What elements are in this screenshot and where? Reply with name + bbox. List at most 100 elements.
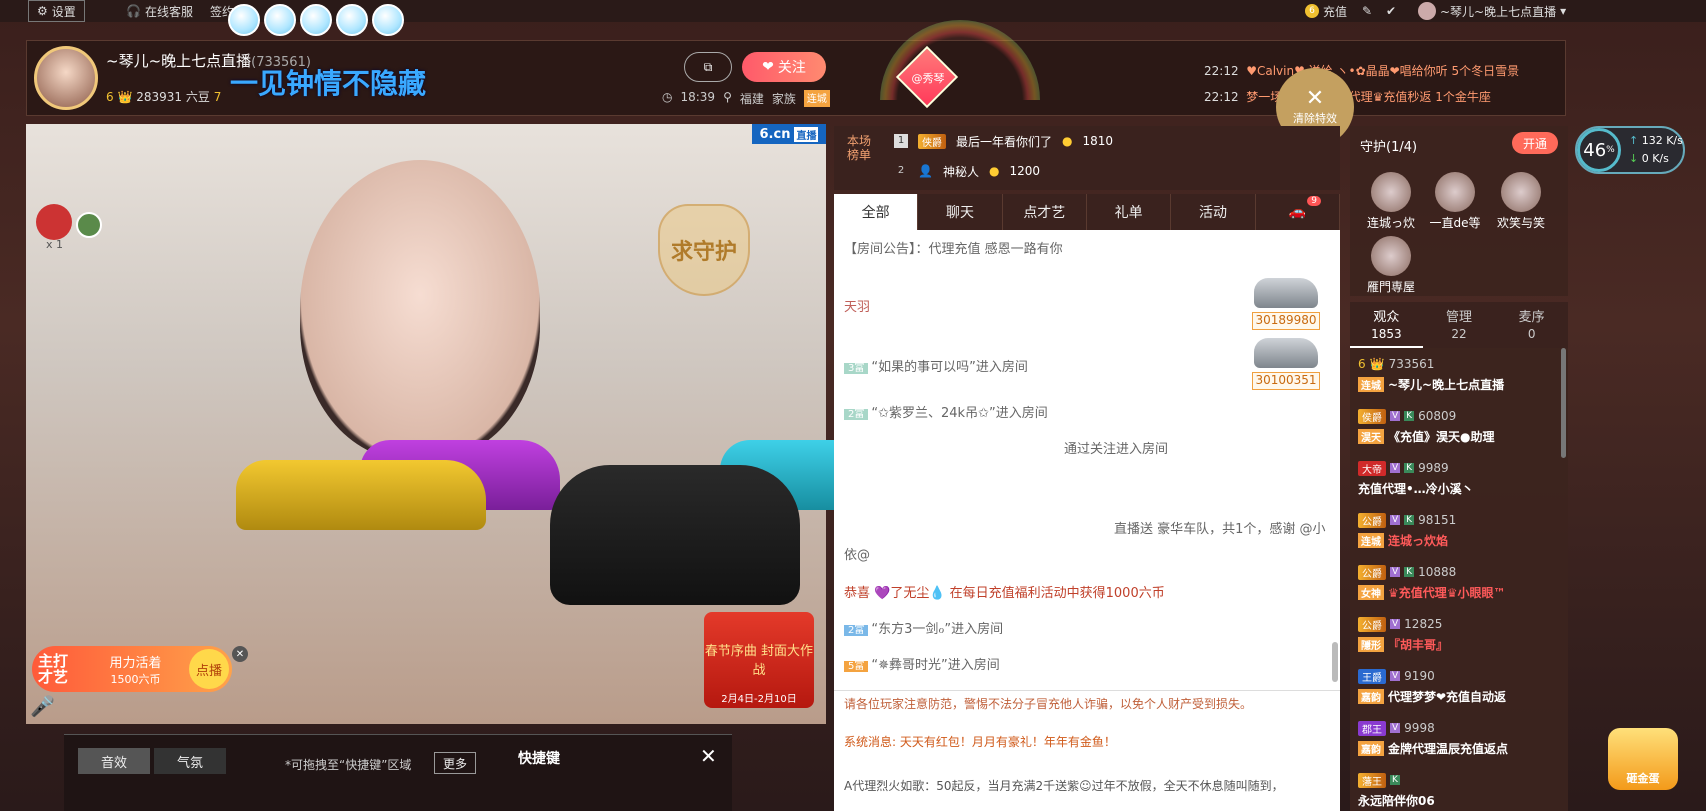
guard-shield[interactable]: 求守护 bbox=[658, 204, 750, 296]
tab-gift-list[interactable]: 礼单 bbox=[1087, 194, 1172, 230]
tab-audience[interactable]: 观众 1853 bbox=[1350, 302, 1423, 348]
audience-list[interactable]: 6 👑 733561 连城 ~琴儿~晚上七点直播 侯爵 V K 60809 淏天 《充值》淏天… bbox=[1350, 348, 1568, 811]
open-guard-button[interactable]: 开通 bbox=[1512, 132, 1558, 154]
recharge-button[interactable]: 6 充值 bbox=[1305, 0, 1347, 22]
guard-name: 连城っ炊 bbox=[1366, 216, 1415, 230]
crown-icon: 👑 bbox=[1369, 357, 1385, 371]
user-avatar bbox=[1418, 2, 1436, 20]
list-item[interactable]: 郡王 V 9998 嘉韵 金牌代理温辰充值返点 bbox=[1358, 718, 1558, 758]
avatar bbox=[1371, 236, 1411, 276]
k-icon: K bbox=[1404, 463, 1415, 473]
download-rate: 0 bbox=[1641, 152, 1649, 165]
noble-badge: 王爵 bbox=[1358, 668, 1386, 684]
k-icon: K bbox=[1390, 775, 1400, 785]
tab-sound-effects[interactable]: 音效 bbox=[78, 748, 150, 774]
chat-scrollbar[interactable] bbox=[1332, 642, 1338, 682]
rank-coins: 1810 bbox=[1082, 134, 1114, 148]
noble-badge: 公爵 bbox=[1358, 512, 1386, 528]
user-menu[interactable]: ~琴儿~晚上七点直播 ▾ bbox=[1418, 0, 1566, 22]
fraud-warning: 请各位玩家注意防范，警惕不法分子冒充他人诈骗，以免个人财产受到损失。 bbox=[844, 697, 1253, 711]
microphone-icon[interactable]: 🎤 bbox=[30, 694, 55, 718]
tab-chat[interactable]: 聊天 bbox=[918, 194, 1003, 230]
tab-activity[interactable]: 活动 bbox=[1171, 194, 1256, 230]
settings-button[interactable]: ⚙ 设置 bbox=[28, 0, 85, 22]
festival-banner[interactable]: 春节序曲 封面大作战 2月4日-2月10日 bbox=[704, 612, 814, 708]
talent-prefix: 主打才艺 bbox=[38, 652, 69, 686]
coin-icon: 6 bbox=[1305, 4, 1319, 18]
host-avatar[interactable] bbox=[34, 46, 98, 110]
rank-row[interactable]: 1 侠爵 最后一年看你们了 ● 1810 bbox=[894, 128, 1113, 154]
talent-price: 1500六币 bbox=[110, 672, 161, 686]
talent-name: 用力活着 bbox=[109, 655, 162, 671]
noble-badge: 公爵 bbox=[1358, 616, 1386, 632]
tab-cars[interactable]: 🚗 9 bbox=[1256, 194, 1340, 230]
list-item[interactable]: 公爵 V K 98151 连城 连城っ炊焰 bbox=[1358, 510, 1558, 550]
chat-message: 2富 “东方3一剑ℴ”进入房间 bbox=[844, 618, 1003, 637]
tab-admin[interactable]: 管理 22 bbox=[1423, 302, 1496, 348]
list-item[interactable]: 大帝 V K 9989 充值代理•…冷小溪丶 bbox=[1358, 458, 1558, 498]
list-item[interactable]: 公爵 V K 10888 女神 ♛充值代理♛小眼眼™ bbox=[1358, 562, 1558, 602]
location-icon: ⚲ bbox=[723, 90, 732, 104]
settings-label: 设置 bbox=[51, 4, 76, 19]
k-icon: K bbox=[1404, 567, 1415, 577]
close-icon[interactable]: ✕ bbox=[700, 744, 717, 768]
user-name: 充值代理•…冷小溪丶 bbox=[1358, 481, 1474, 496]
broadcast-line: 22:12 ♥Calvin♥ 送给 ヽ•✿晶晶❤唱给你听 5个冬日雪景 bbox=[1204, 58, 1534, 84]
guard-member[interactable]: 一直de等 bbox=[1420, 172, 1490, 231]
chat-area[interactable]: 【房间公告】：代理充值 感恩一路有你 天羽 30189980 3富 “如果的事可以… bbox=[834, 230, 1340, 690]
guard-member[interactable]: 连城っ炊 bbox=[1356, 172, 1426, 231]
wealth-badge: 5富 bbox=[844, 661, 869, 672]
avatar bbox=[1435, 172, 1475, 212]
bubble-decoration bbox=[228, 4, 404, 36]
list-item[interactable]: 6 👑 733561 连城 ~琴儿~晚上七点直播 bbox=[1358, 354, 1558, 394]
user-id: 9190 bbox=[1404, 669, 1435, 683]
upload-rate: 132 bbox=[1641, 134, 1663, 147]
online-service-link[interactable]: 🎧 在线客服 bbox=[126, 0, 193, 22]
bubble-icon bbox=[336, 4, 368, 36]
golden-egg-button[interactable]: 砸金蛋 bbox=[1608, 728, 1678, 790]
chat-tabs: 全部 聊天 点才艺 礼单 活动 🚗 9 bbox=[834, 194, 1340, 230]
tab-all[interactable]: 全部 bbox=[834, 194, 919, 230]
user-name: 连城っ炊焰 bbox=[1388, 533, 1449, 548]
audience-scrollbar[interactable] bbox=[1561, 348, 1566, 458]
tab-atmosphere[interactable]: 气氛 bbox=[154, 748, 226, 774]
family-badge: 隱形 bbox=[1358, 636, 1384, 652]
festival-title: 春节序曲 封面大作战 bbox=[704, 644, 814, 678]
tab-talent[interactable]: 点才艺 bbox=[1003, 194, 1087, 230]
family-badge[interactable]: 连城 bbox=[803, 90, 830, 107]
xiuqin-label: @秀琴 bbox=[911, 72, 945, 85]
rank-row[interactable]: 2 👤 神秘人 ● 1200 bbox=[894, 158, 1040, 184]
user-id: 10888 bbox=[1418, 565, 1457, 579]
car-number: 30189980 bbox=[1252, 312, 1320, 330]
check-icon[interactable]: ✔ bbox=[1386, 0, 1396, 22]
coin-icon: ● bbox=[1062, 134, 1073, 148]
rank-label[interactable]: 本场榜单 bbox=[846, 134, 872, 162]
talent-info: 用力活着 1500六币 bbox=[82, 652, 189, 687]
list-item[interactable]: 侯爵 V K 60809 淏天 《充值》淏天●助理 bbox=[1358, 406, 1558, 446]
list-item[interactable]: 王爵 V 9190 嘉韵 代理梦梦❤充值自动返 bbox=[1358, 666, 1558, 706]
network-speed-widget[interactable]: 46% ↑ 132 K/s ↓ 0 K/s bbox=[1575, 126, 1685, 174]
rank-number: 1 bbox=[894, 134, 908, 148]
guard-member[interactable]: 欢笑与笑 bbox=[1486, 172, 1556, 231]
recharge-label: 充值 bbox=[1323, 4, 1348, 19]
list-item[interactable]: 公爵 V 12825 隱形 『胡丰哥』 bbox=[1358, 614, 1558, 654]
guard-member[interactable]: 雁門専屋 bbox=[1356, 236, 1426, 295]
close-icon[interactable]: ✕ bbox=[232, 646, 248, 662]
more-button[interactable]: 更多 bbox=[434, 752, 476, 774]
streamer-video-figure bbox=[300, 160, 540, 460]
tab-count: 22 bbox=[1451, 327, 1467, 341]
request-talent-button[interactable]: 点播 bbox=[189, 649, 229, 689]
tab-mic-queue[interactable]: 麦序 0 bbox=[1495, 302, 1568, 348]
family-badge: 女神 bbox=[1358, 584, 1384, 600]
car-number: 30100351 bbox=[1252, 372, 1320, 390]
gift-broadcast: 22:12 ♥Calvin♥ 送给 ヽ•✿晶晶❤唱给你听 5个冬日雪景 22:1… bbox=[1204, 58, 1534, 110]
viewer-avatar[interactable] bbox=[76, 212, 102, 238]
follow-button[interactable]: ❤ 关注 bbox=[742, 52, 826, 82]
list-item[interactable]: 藩王 K 永远陪伴你06 bbox=[1358, 770, 1558, 810]
edit-icon[interactable]: ✎ bbox=[1362, 0, 1372, 22]
share-button[interactable]: ⧉ bbox=[684, 52, 732, 82]
mount-avatar[interactable] bbox=[36, 204, 72, 240]
chat-text: “✩紫罗兰、24k吊✩”进入房间 bbox=[871, 406, 1048, 421]
system-congrats: 恭喜 💜了无尘💧 在每日充值福利活动中获得1000六币 bbox=[844, 586, 1165, 601]
notice-area: 请各位玩家注意防范，警惕不法分子冒充他人诈骗，以免个人财产受到损失。 系统消息:… bbox=[834, 690, 1340, 811]
